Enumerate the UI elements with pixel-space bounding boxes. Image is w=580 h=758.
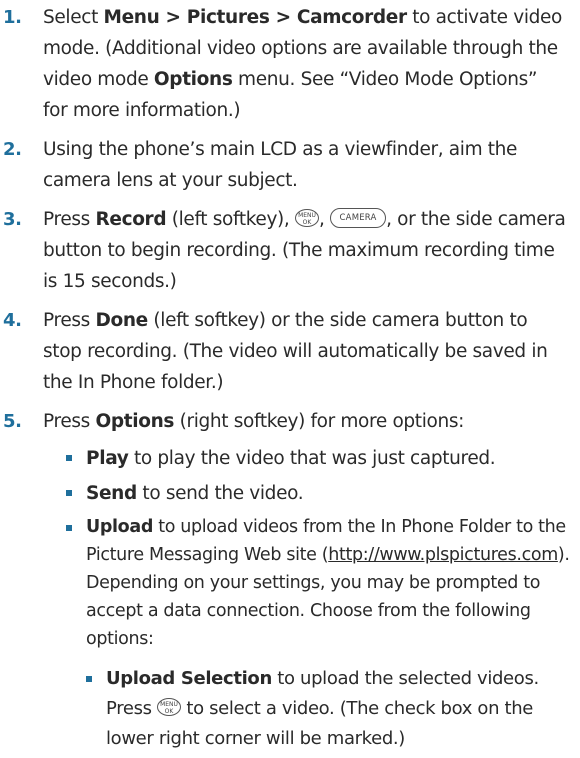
step-number: 2.	[3, 139, 22, 160]
bullet-marker	[66, 490, 72, 496]
step-text: Press Record (left softkey), MENU OK, CAM…	[43, 208, 566, 292]
step-2: 2. Using the phone’s main LCD as a viewf…	[0, 134, 566, 196]
manual-page: 1. Select Menu > Pictures > Camcorder to…	[0, 0, 580, 758]
list-item-upload: Upload to upload videos from the In Phon…	[66, 513, 570, 653]
upload-selection-label: Upload Selection	[106, 668, 272, 689]
list-item-upload-selection: Upload Selection to upload the selected …	[86, 664, 570, 754]
step-1: 1. Select Menu > Pictures > Camcorder to…	[0, 2, 566, 126]
options-label: Options	[153, 69, 233, 90]
done-label: Done	[95, 310, 148, 331]
menu-ok-key-icon: MENU OK	[295, 209, 319, 227]
menu-path: Menu > Pictures > Camcorder	[103, 7, 408, 28]
bullet-marker	[66, 455, 72, 461]
bullet-marker	[86, 676, 92, 682]
step-3: 3. Press Record (left softkey), MENU OK, …	[0, 204, 566, 297]
step-number: 1.	[3, 7, 22, 28]
step-text: Press Done (left softkey) or the side ca…	[43, 310, 548, 393]
step-number: 5.	[3, 411, 22, 432]
step-5: 5. Press Options (right softkey) for mor…	[0, 406, 566, 437]
step-4: 4. Press Done (left softkey) or the side…	[0, 305, 566, 398]
step-text: Press Options (right softkey) for more o…	[43, 411, 465, 432]
record-label: Record	[95, 209, 167, 230]
upload-label: Upload	[86, 517, 153, 537]
send-label: Send	[86, 483, 137, 504]
menu-ok-key-icon: MENU OK	[157, 698, 181, 716]
list-item-play: Play to play the video that was just cap…	[66, 443, 570, 474]
pictures-website-link[interactable]: http://www.plspictures.com	[328, 545, 558, 565]
list-item-send: Send to send the video.	[66, 478, 570, 509]
step-number: 3.	[3, 209, 22, 230]
step-number: 4.	[3, 310, 22, 331]
options-label: Options	[95, 411, 175, 432]
play-label: Play	[86, 448, 129, 469]
step-text: Using the phone’s main LCD as a viewfind…	[43, 139, 518, 191]
step-text: Select Menu > Pictures > Camcorder to ac…	[43, 7, 563, 121]
bullet-marker	[66, 525, 72, 531]
camera-key-icon: CAMERA	[330, 208, 387, 228]
